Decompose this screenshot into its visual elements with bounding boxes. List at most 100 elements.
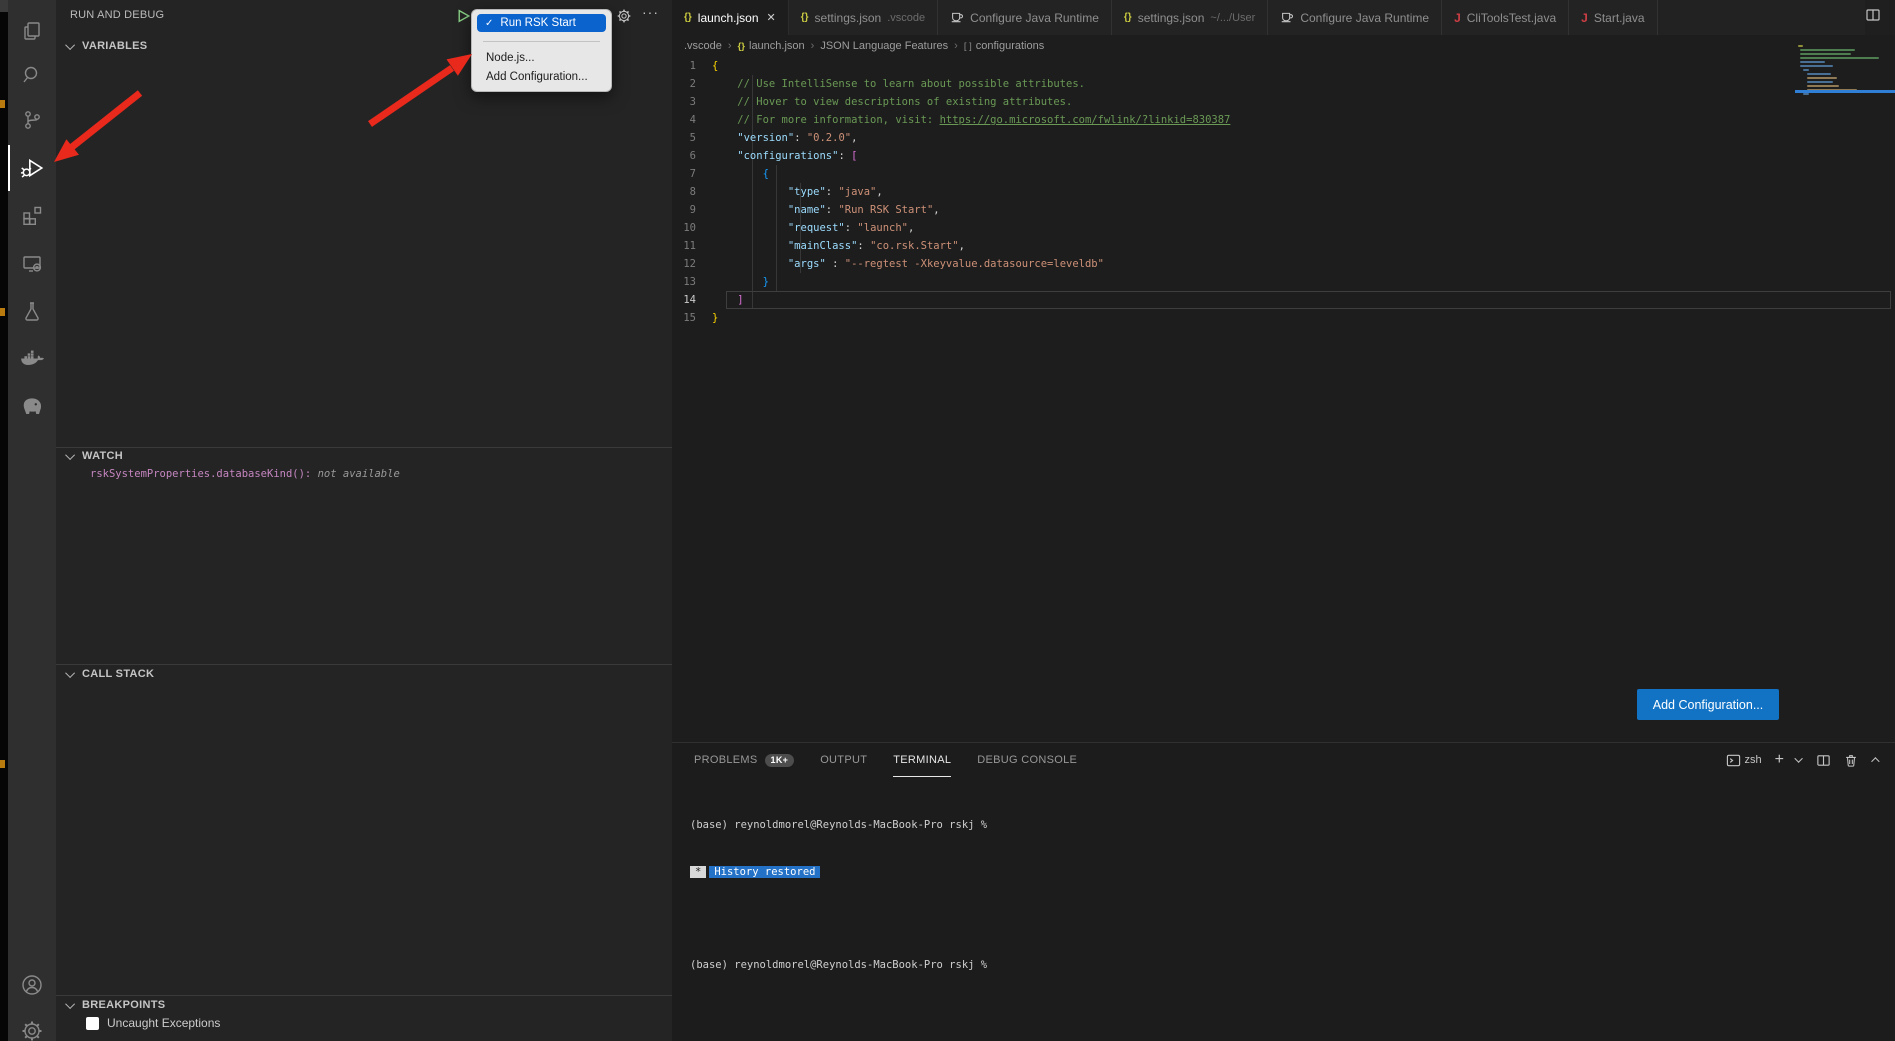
link[interactable]: https://go.microsoft.com/fwlink/?linkid=…: [940, 114, 1231, 126]
tab-label: Configure Java Runtime: [1300, 11, 1429, 25]
json-file-icon: {}: [1124, 12, 1132, 23]
terminal-line: [690, 911, 987, 927]
split-editor-icon[interactable]: [1865, 7, 1881, 28]
views-more-actions-icon[interactable]: ···: [642, 4, 659, 20]
code-line: 12 "args" : "--regtest -Xkeyvalue.dataso…: [672, 255, 1895, 273]
account-icon[interactable]: [8, 962, 56, 1008]
terminal-line: (base) reynoldmorel@Reynolds-MacBook-Pro…: [690, 958, 987, 974]
extensions-icon[interactable]: [8, 192, 56, 238]
problems-count-badge: 1K+: [765, 754, 795, 767]
tab-settings-json-vscode[interactable]: {} settings.json .vscode: [789, 0, 938, 35]
tab-start-java[interactable]: J Start.java: [1569, 0, 1657, 35]
tab-debug-console[interactable]: DEBUG CONSOLE: [977, 743, 1077, 777]
chevron-down-icon: [65, 40, 75, 50]
tab-label: settings.json: [1138, 11, 1205, 25]
breadcrumb-item[interactable]: configurations: [976, 40, 1045, 52]
minimap[interactable]: [1795, 45, 1895, 107]
tab-settings-json-user[interactable]: {} settings.json ~/.../User: [1112, 0, 1268, 35]
testing-beaker-icon[interactable]: [8, 288, 56, 334]
tab-label: Start.java: [1594, 11, 1645, 25]
new-terminal-icon[interactable]: +: [1775, 751, 1784, 769]
maximize-panel-chevron-icon[interactable]: [1871, 757, 1877, 763]
run-and-debug-sidebar: RUN AND DEBUG ··· VARIABLES WATCH rskSys…: [56, 0, 672, 1041]
terminal-output[interactable]: (base) reynoldmorel@Reynolds-MacBook-Pro…: [690, 787, 987, 1004]
code-editor[interactable]: 1{ 2 // Use IntelliSense to learn about …: [672, 57, 1895, 337]
variables-section-header[interactable]: VARIABLES: [68, 40, 147, 52]
breadcrumb-item[interactable]: launch.json: [749, 40, 805, 52]
java-file-icon: J: [1454, 11, 1461, 25]
add-configuration-button[interactable]: Add Configuration...: [1637, 689, 1779, 720]
json-file-icon: {}: [738, 41, 745, 52]
history-restored-message: History restored: [709, 866, 820, 878]
breadcrumb-item[interactable]: .vscode: [684, 40, 722, 52]
watch-expression: rskSystemProperties.databaseKind():: [90, 468, 311, 480]
java-runtime-cup-icon: [950, 9, 964, 26]
code-line: 10 "request": "launch",: [672, 219, 1895, 237]
panel-actions: zsh +: [1726, 751, 1895, 769]
watch-value: not available: [311, 468, 400, 480]
dropdown-item-selected[interactable]: ✓ Run RSK Start: [477, 14, 606, 32]
tab-launch-json[interactable]: {} launch.json ✕: [672, 0, 789, 35]
panel-tab-label: OUTPUT: [820, 754, 867, 766]
watch-section-header[interactable]: WATCH: [68, 450, 123, 462]
source-control-icon[interactable]: [8, 97, 56, 143]
terminal-dropdown-chevron-icon[interactable]: [1797, 757, 1803, 763]
breakpoints-section-header[interactable]: BREAKPOINTS: [68, 999, 165, 1011]
shell-label: zsh: [1745, 754, 1762, 766]
close-icon[interactable]: ✕: [767, 11, 776, 24]
breadcrumb: .vscode › {} launch.json › JSON Language…: [672, 35, 1895, 57]
panel-tab-bar: PROBLEMS 1K+ OUTPUT TERMINAL DEBUG CONSO…: [672, 743, 1895, 777]
tab-configure-java-runtime-1[interactable]: Configure Java Runtime: [938, 0, 1112, 35]
dropdown-item-nodejs[interactable]: Node.js...: [472, 50, 611, 66]
tab-configure-java-runtime-2[interactable]: Configure Java Runtime: [1268, 0, 1442, 35]
gradle-elephant-icon[interactable]: [8, 384, 56, 430]
breakpoint-checkbox[interactable]: [86, 1017, 99, 1030]
code-line: 4 // For more information, visit: https:…: [672, 111, 1895, 129]
tab-output[interactable]: OUTPUT: [820, 743, 867, 777]
breadcrumb-item[interactable]: JSON Language Features: [820, 40, 948, 52]
editor-tab-bar: {} launch.json ✕ {} settings.json .vscod…: [672, 0, 1895, 35]
tab-clitoolstest-java[interactable]: J CliToolsTest.java: [1442, 0, 1569, 35]
code-line: 9 "name": "Run RSK Start",: [672, 201, 1895, 219]
sidebar-title: RUN AND DEBUG: [70, 9, 164, 21]
minimap-current-line: [1795, 90, 1895, 93]
tab-label: Configure Java Runtime: [970, 11, 1099, 25]
terminal-line: (base) reynoldmorel@Reynolds-MacBook-Pro…: [690, 818, 987, 834]
dropdown-selected-label: Run RSK Start: [500, 17, 575, 29]
run-and-debug-icon[interactable]: [8, 145, 56, 191]
shell-selector[interactable]: zsh: [1726, 753, 1762, 768]
breakpoints-label: BREAKPOINTS: [82, 999, 165, 1011]
search-icon[interactable]: [8, 52, 56, 98]
explorer-icon[interactable]: [8, 8, 56, 54]
call-stack-section-header[interactable]: CALL STACK: [68, 668, 154, 680]
remote-explorer-icon[interactable]: [8, 240, 56, 286]
split-terminal-icon[interactable]: [1816, 753, 1831, 768]
tab-detail: .vscode: [887, 12, 925, 24]
chevron-right-icon: ›: [728, 40, 732, 52]
debug-configure-gear-icon[interactable]: [616, 8, 632, 29]
vscode-window: RUN AND DEBUG ··· VARIABLES WATCH rskSys…: [0, 0, 1895, 1041]
kill-terminal-trash-icon[interactable]: [1844, 753, 1858, 768]
section-divider: [56, 995, 672, 996]
settings-gear-icon[interactable]: [8, 1008, 56, 1041]
panel-tab-label: PROBLEMS: [694, 754, 758, 766]
section-divider: [56, 664, 672, 665]
tab-terminal[interactable]: TERMINAL: [893, 743, 951, 777]
editor-region: {} launch.json ✕ {} settings.json .vscod…: [672, 0, 1895, 742]
dropdown-separator: [483, 41, 600, 42]
json-file-icon: {}: [684, 12, 692, 23]
terminal-line: *History restored: [690, 865, 987, 881]
panel-tab-label: TERMINAL: [893, 754, 951, 766]
dropdown-item-add-configuration[interactable]: Add Configuration...: [472, 69, 611, 85]
code-line: 8 "type": "java",: [672, 183, 1895, 201]
watch-label: WATCH: [82, 450, 123, 462]
java-runtime-cup-icon: [1280, 9, 1294, 26]
start-debugging-button[interactable]: [456, 8, 471, 29]
docker-icon[interactable]: [8, 336, 56, 382]
tab-problems[interactable]: PROBLEMS 1K+: [694, 743, 794, 777]
breakpoint-item[interactable]: Uncaught Exceptions: [86, 1016, 220, 1030]
background-window-strip: [0, 0, 8, 1041]
code-line: 2 // Use IntelliSense to learn about pos…: [672, 75, 1895, 93]
run-configuration-dropdown: ✓ Run RSK Start Node.js... Add Configura…: [471, 9, 612, 92]
watch-expression-row[interactable]: rskSystemProperties.databaseKind(): not …: [90, 468, 400, 480]
